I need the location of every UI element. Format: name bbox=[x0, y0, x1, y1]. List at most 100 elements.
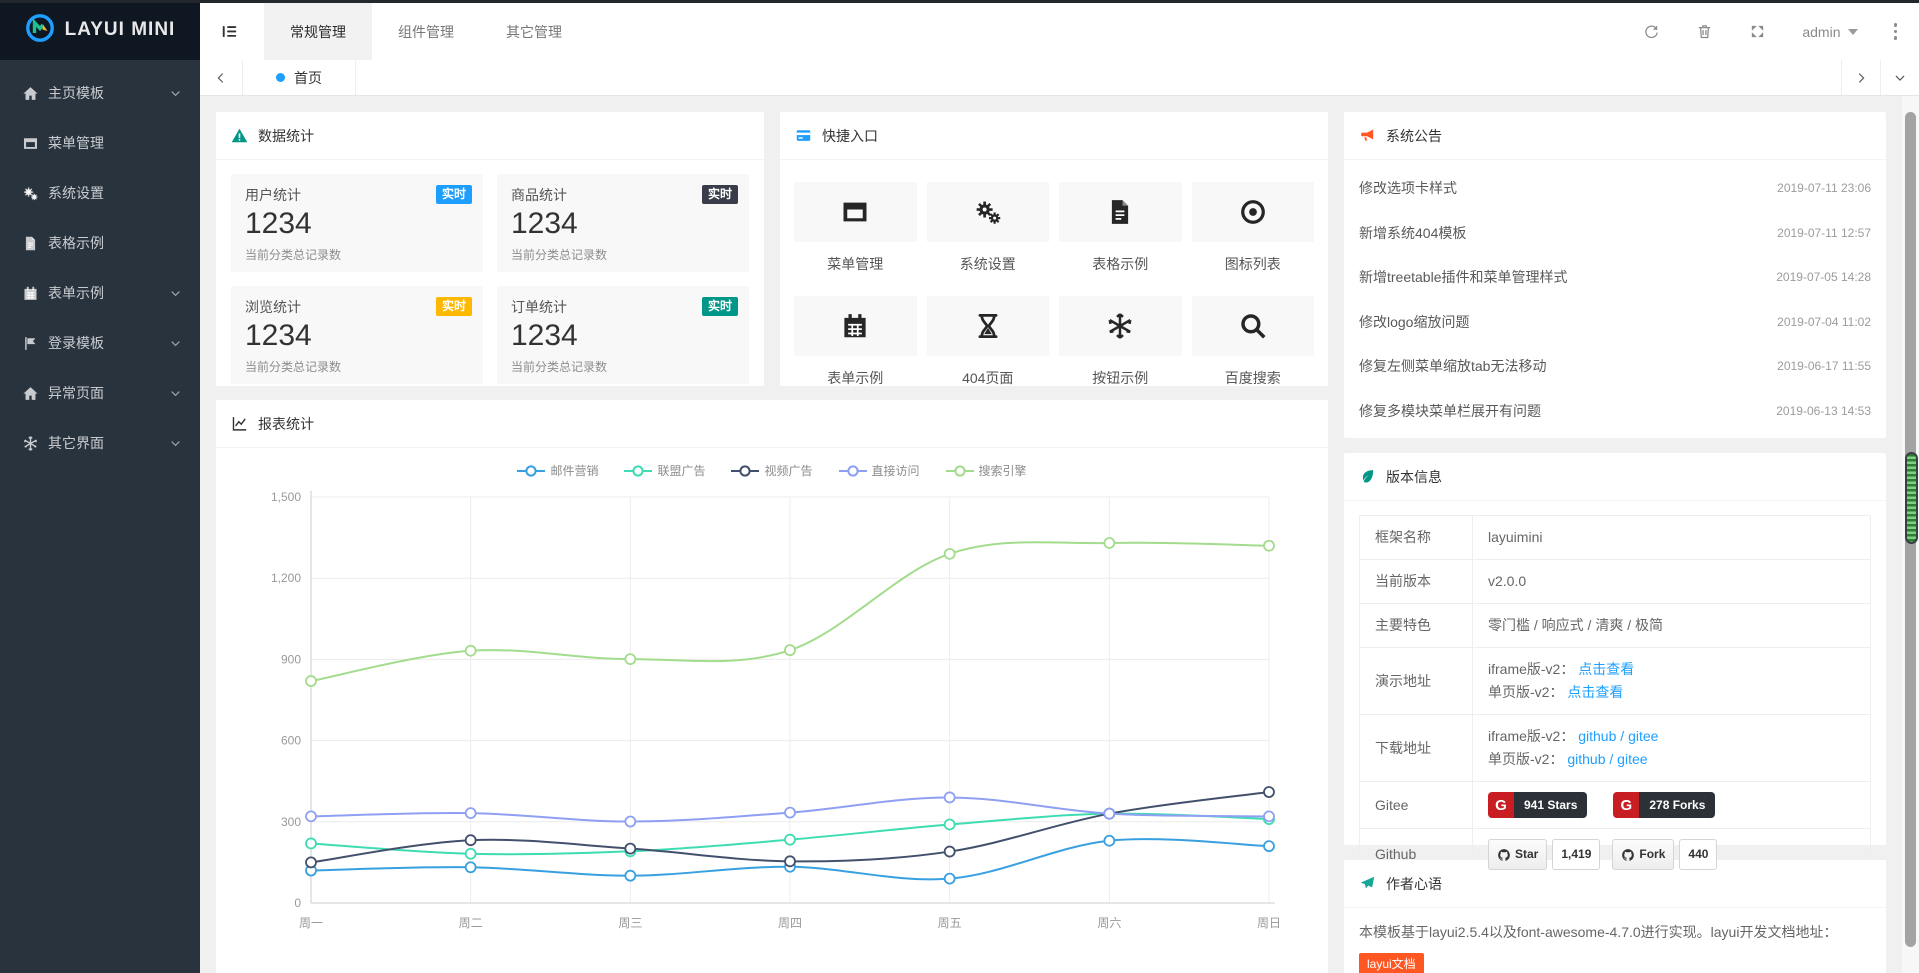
legend-marker-icon bbox=[624, 465, 652, 477]
sidebar-item-其它界面[interactable]: 其它界面 bbox=[0, 418, 200, 468]
sidebar-item-登录模板[interactable]: 登录模板 bbox=[0, 318, 200, 368]
announcement-row[interactable]: 修复多模块菜单栏展开有问题2019-06-13 14:53 bbox=[1359, 389, 1871, 434]
gears-icon bbox=[22, 185, 39, 202]
quick-entry-图标列表[interactable]: 图标列表 bbox=[1192, 182, 1315, 274]
tab-scroll-right-icon[interactable] bbox=[1841, 60, 1880, 95]
card-title: 版本信息 bbox=[1386, 467, 1442, 487]
version-text: iframe版-v2： bbox=[1488, 728, 1578, 744]
legend-item-直接访问[interactable]: 直接访问 bbox=[839, 462, 920, 479]
legend-marker-icon bbox=[731, 465, 759, 477]
quick-entry-表格示例[interactable]: 表格示例 bbox=[1059, 182, 1182, 274]
data-point-视频广告 bbox=[785, 856, 795, 866]
quick-entry-404页面[interactable]: 404页面 bbox=[927, 296, 1050, 388]
version-link[interactable]: github bbox=[1578, 728, 1616, 744]
stat-desc: 当前分类总记录数 bbox=[511, 358, 735, 375]
stat-desc: 当前分类总记录数 bbox=[245, 358, 469, 375]
gitee-badge[interactable]: G941 Stars bbox=[1488, 792, 1587, 818]
quick-entry-系统设置[interactable]: 系统设置 bbox=[927, 182, 1050, 274]
legend-item-联盟广告[interactable]: 联盟广告 bbox=[624, 462, 705, 479]
version-link[interactable]: github bbox=[1567, 751, 1605, 767]
fullscreen-icon[interactable] bbox=[1749, 23, 1766, 40]
tab-home[interactable]: 首页 bbox=[243, 60, 356, 95]
sidebar-item-菜单管理[interactable]: 菜单管理 bbox=[0, 118, 200, 168]
version-link[interactable]: 点击查看 bbox=[1578, 661, 1634, 677]
data-point-联盟广告 bbox=[785, 835, 795, 845]
version-link[interactable]: 点击查看 bbox=[1567, 684, 1623, 700]
sidebar-item-label: 系统设置 bbox=[48, 183, 104, 203]
more-options-icon[interactable] bbox=[1894, 23, 1898, 40]
announcement-text: 新增系统404模板 bbox=[1359, 223, 1466, 243]
sidebar-item-label: 菜单管理 bbox=[48, 133, 104, 153]
data-point-直接访问 bbox=[1264, 811, 1274, 821]
sidebar-item-系统设置[interactable]: 系统设置 bbox=[0, 168, 200, 218]
header-tab-常规管理[interactable]: 常规管理 bbox=[264, 3, 372, 60]
chevron-down-icon bbox=[169, 337, 182, 350]
header-nav-tabs: 常规管理组件管理其它管理 bbox=[264, 3, 588, 60]
bullhorn-icon bbox=[1359, 127, 1376, 144]
sidebar-item-表单示例[interactable]: 表单示例 bbox=[0, 268, 200, 318]
calendar-icon bbox=[794, 296, 917, 356]
quick-entry-菜单管理[interactable]: 菜单管理 bbox=[794, 182, 917, 274]
data-point-联盟广告 bbox=[466, 849, 476, 859]
version-text: layuimini bbox=[1488, 529, 1542, 545]
quick-entry-百度搜索[interactable]: 百度搜索 bbox=[1192, 296, 1315, 388]
clear-cache-trash-icon[interactable] bbox=[1696, 23, 1713, 40]
data-point-直接访问 bbox=[466, 808, 476, 818]
announcement-row[interactable]: 修复左侧菜单缩放tab无法移动2019-06-17 11:55 bbox=[1359, 344, 1871, 389]
card-title: 报表统计 bbox=[258, 414, 314, 434]
page-tabbar: 首页 bbox=[200, 60, 1919, 96]
header-tab-组件管理[interactable]: 组件管理 bbox=[372, 3, 480, 60]
version-link[interactable]: / bbox=[1616, 728, 1628, 744]
quick-entry-label: 表单示例 bbox=[794, 368, 917, 388]
logo-mark-icon bbox=[25, 13, 55, 48]
announcement-row[interactable]: 新增treetable插件和菜单管理样式2019-07-05 14:28 bbox=[1359, 255, 1871, 300]
quick-entry-表单示例[interactable]: 表单示例 bbox=[794, 296, 917, 388]
header-tab-其它管理[interactable]: 其它管理 bbox=[480, 3, 588, 60]
github-fork-button[interactable]: Fork bbox=[1612, 839, 1674, 870]
quick-entry-label: 百度搜索 bbox=[1192, 368, 1315, 388]
sidebar-item-异常页面[interactable]: 异常页面 bbox=[0, 368, 200, 418]
legend-item-视频广告[interactable]: 视频广告 bbox=[731, 462, 812, 479]
legend-item-邮件营销[interactable]: 邮件营销 bbox=[517, 462, 598, 479]
user-dropdown[interactable]: admin bbox=[1802, 24, 1857, 40]
author-badge[interactable]: layui文档 bbox=[1359, 953, 1424, 973]
author-text: 本模板基于layui2.5.4以及font-awesome-4.7.0进行实现。… bbox=[1359, 924, 1837, 940]
quick-entry-按钮示例[interactable]: 按钮示例 bbox=[1059, 296, 1182, 388]
legend-label: 联盟广告 bbox=[657, 462, 705, 479]
status-badge: 实时 bbox=[702, 185, 738, 204]
tab-operations-icon[interactable] bbox=[1880, 60, 1919, 95]
y-tick-label: 300 bbox=[281, 815, 301, 829]
github-star-button[interactable]: Star bbox=[1488, 839, 1547, 870]
announcement-date: 2019-06-13 14:53 bbox=[1776, 404, 1871, 418]
version-link[interactable]: gitee bbox=[1628, 728, 1658, 744]
github-button-label: Fork bbox=[1639, 843, 1665, 866]
page-scrollbar[interactable] bbox=[1902, 96, 1919, 973]
version-value-line: 零门槛 / 响应式 / 清爽 / 极简 bbox=[1488, 614, 1855, 637]
author-paragraph: layui文档 bbox=[1359, 951, 1871, 973]
version-value-line: iframe版-v2： github / gitee bbox=[1488, 725, 1855, 748]
refresh-icon[interactable] bbox=[1643, 23, 1660, 40]
announcement-date: 2019-07-11 23:06 bbox=[1777, 181, 1871, 195]
gitee-badge-text: 278 Forks bbox=[1639, 792, 1715, 818]
sidebar-item-表格示例[interactable]: 表格示例 bbox=[0, 218, 200, 268]
legend-label: 搜索引擎 bbox=[979, 462, 1027, 479]
status-badge: 实时 bbox=[436, 297, 472, 316]
version-row-value: G941 Stars G278 Forks bbox=[1473, 782, 1871, 829]
sidebar-item-主页模板[interactable]: 主页模板 bbox=[0, 68, 200, 118]
data-point-搜索引擎 bbox=[785, 645, 795, 655]
version-row-label: Gitee bbox=[1360, 782, 1473, 829]
app-logo[interactable]: LAYUI MINI bbox=[0, 0, 200, 60]
github-count[interactable]: 440 bbox=[1679, 839, 1717, 870]
announcement-row[interactable]: 新增系统404模板 2019-07-11 12:57 bbox=[1359, 211, 1871, 256]
version-link[interactable]: gitee bbox=[1617, 751, 1647, 767]
tab-scroll-left-icon[interactable] bbox=[200, 60, 243, 95]
menu-collapse-icon[interactable] bbox=[200, 3, 258, 60]
legend-item-搜索引擎[interactable]: 搜索引擎 bbox=[946, 462, 1027, 479]
gears-icon bbox=[927, 182, 1050, 242]
gitee-badge[interactable]: G278 Forks bbox=[1613, 792, 1715, 818]
version-link[interactable]: / bbox=[1606, 751, 1618, 767]
announcement-row[interactable]: 修改logo缩放问题2019-07-04 11:02 bbox=[1359, 300, 1871, 345]
announcement-row[interactable]: 修改选项卡样式2019-07-11 23:06 bbox=[1359, 166, 1871, 211]
github-count[interactable]: 1,419 bbox=[1552, 839, 1600, 870]
announcement-date: 2019-07-11 12:57 bbox=[1777, 226, 1871, 240]
